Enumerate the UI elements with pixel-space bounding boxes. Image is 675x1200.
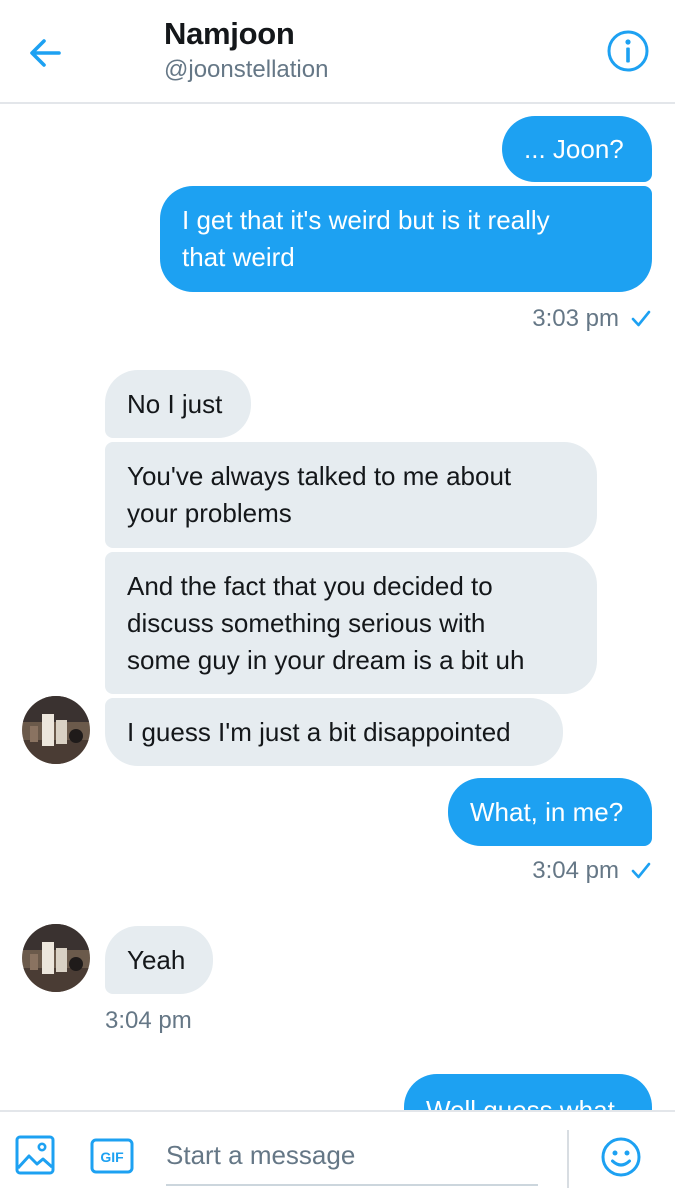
message-text: No I just [127, 388, 223, 419]
message-bubble-outgoing[interactable]: Well guess what [404, 1074, 652, 1110]
message-bubble-incoming[interactable]: Yeah [105, 926, 213, 994]
contact-handle: @joonstellation [164, 56, 329, 83]
message-text: I guess I'm just a bit disappointed [127, 716, 511, 747]
message-timestamp: 3:04 pm [532, 854, 651, 888]
conversation-title-block[interactable]: Namjoon @joonstellation [164, 16, 328, 84]
contact-avatar[interactable] [22, 924, 90, 992]
composer-divider [567, 1130, 569, 1188]
timestamp-text: 3:04 pm [105, 1007, 192, 1034]
message-bubble-incoming[interactable]: No I just [105, 370, 251, 438]
message-bubble-outgoing[interactable]: I get that it's weird but is it really t… [160, 186, 652, 292]
message-text: You've always talked to me about your pr… [127, 461, 512, 528]
message-thread: ... Joon? I get that it's weird but is i… [0, 104, 675, 1110]
message-bubble-incoming[interactable]: And the fact that you decided to discuss… [105, 552, 597, 694]
avatar-photo [22, 696, 90, 764]
message-text: Well guess what [426, 1095, 615, 1110]
contact-name: Namjoon [164, 16, 295, 51]
info-icon [607, 30, 649, 72]
back-button[interactable] [22, 30, 68, 76]
info-button[interactable] [605, 28, 651, 74]
smiley-icon [601, 1137, 641, 1177]
message-bubble-incoming[interactable]: You've always talked to me about your pr… [105, 442, 597, 548]
message-text: ... Joon? [524, 133, 624, 164]
contact-avatar[interactable] [22, 696, 90, 764]
emoji-button[interactable] [600, 1136, 642, 1178]
message-text: I get that it's weird but is it really t… [182, 205, 550, 272]
message-composer: GIF [0, 1110, 675, 1200]
timestamp-text: 3:04 pm [532, 857, 619, 884]
message-bubble-outgoing[interactable]: ... Joon? [502, 116, 652, 182]
add-gif-button[interactable]: GIF [90, 1138, 134, 1174]
message-bubble-outgoing[interactable]: What, in me? [448, 778, 652, 846]
message-timestamp: 3:03 pm [532, 302, 651, 336]
avatar-photo [22, 924, 90, 992]
message-timestamp: 3:04 pm [105, 1004, 192, 1038]
message-input[interactable] [166, 1126, 538, 1186]
conversation-header: Namjoon @joonstellation [0, 0, 675, 104]
message-bubble-incoming[interactable]: I guess I'm just a bit disappointed [105, 698, 563, 766]
read-checkmark-icon [631, 310, 651, 327]
add-photo-button[interactable] [14, 1134, 56, 1176]
gif-label: GIF [100, 1149, 124, 1165]
dm-conversation-screen: Namjoon @joonstellation ... Joon? I get … [0, 0, 675, 1200]
message-text: And the fact that you decided to discuss… [127, 570, 525, 675]
gif-icon: GIF [90, 1138, 134, 1174]
image-icon [15, 1135, 55, 1175]
timestamp-text: 3:03 pm [532, 305, 619, 332]
arrow-left-icon [30, 39, 61, 67]
message-text: Yeah [127, 944, 186, 975]
message-text: What, in me? [470, 796, 624, 827]
read-checkmark-icon [631, 862, 651, 879]
